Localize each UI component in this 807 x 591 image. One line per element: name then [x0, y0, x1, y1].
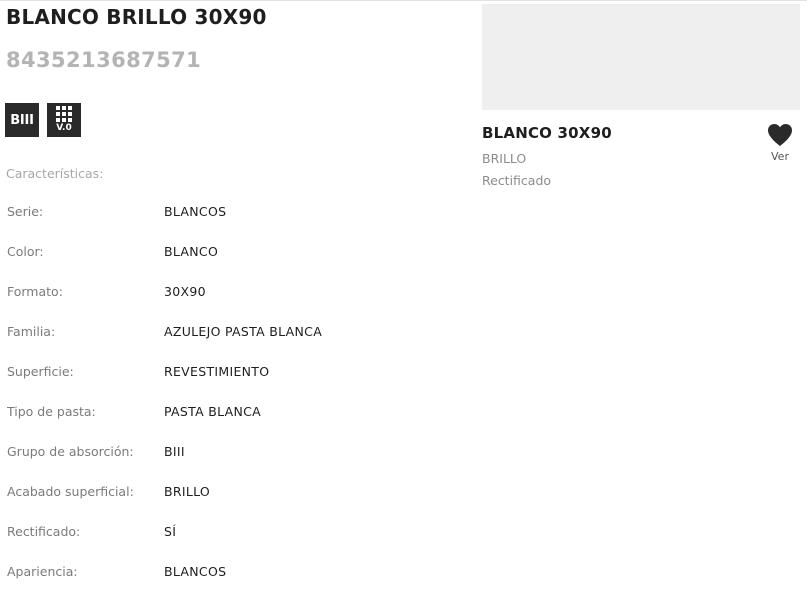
- spec-label: Rectificado:: [7, 523, 81, 539]
- spec-value: SÍ: [164, 523, 177, 539]
- volume-badge-label: V.0: [56, 123, 72, 133]
- spec-value: BRILLO: [164, 483, 211, 499]
- spec-value: 30X90: [164, 283, 206, 299]
- spec-row-familia: Familia: AZULEJO PASTA BLANCA: [7, 311, 467, 351]
- spec-value: BLANCOS: [164, 563, 227, 579]
- characteristics-heading: Características:: [6, 166, 104, 181]
- absorption-badge-label: BIII: [10, 112, 34, 128]
- spec-row-color: Color: BLANCO: [7, 231, 467, 271]
- product-image[interactable]: [482, 4, 800, 110]
- spec-value: AZULEJO PASTA BLANCA: [164, 323, 323, 339]
- spec-label: Acabado superficial:: [7, 483, 134, 499]
- heart-icon: [768, 124, 792, 146]
- spec-row-apariencia: Apariencia: BLANCOS: [7, 551, 467, 591]
- spec-row-formato: Formato: 30X90: [7, 271, 467, 311]
- spec-label: Familia:: [7, 323, 56, 339]
- absorption-badge: BIII: [5, 103, 39, 137]
- spec-row-serie: Serie: BLANCOS: [7, 191, 467, 231]
- spec-row-tipo-pasta: Tipo de pasta: PASTA BLANCA: [7, 391, 467, 431]
- spec-label: Formato:: [7, 283, 63, 299]
- spec-row-rectificado: Rectificado: SÍ: [7, 511, 467, 551]
- spec-label: Color:: [7, 243, 44, 259]
- spec-label: Grupo de absorción:: [7, 443, 134, 459]
- spec-value: BLANCOS: [164, 203, 227, 219]
- card-edge: Rectificado: [482, 173, 552, 188]
- favorite-button[interactable]: Ver: [765, 123, 795, 163]
- grid-icon: [56, 106, 72, 122]
- card-finish: BRILLO: [482, 151, 527, 166]
- card-title[interactable]: BLANCO 30X90: [482, 124, 612, 142]
- product-ean: 8435213687571: [6, 48, 202, 72]
- top-divider: [0, 0, 807, 1]
- characteristics-table: Serie: BLANCOS Color: BLANCO Formato: 30…: [7, 191, 467, 591]
- spec-value: BIII: [164, 443, 185, 459]
- favorite-label[interactable]: Ver: [765, 150, 795, 163]
- spec-value: REVESTIMIENTO: [164, 363, 270, 379]
- product-title: BLANCO BRILLO 30X90: [6, 5, 267, 29]
- volume-badge: V.0: [47, 103, 81, 137]
- spec-value: BLANCO: [164, 243, 219, 259]
- spec-label: Superficie:: [7, 363, 74, 379]
- spec-value: PASTA BLANCA: [164, 403, 262, 419]
- spec-label: Tipo de pasta:: [7, 403, 96, 419]
- spec-row-superficie: Superficie: REVESTIMIENTO: [7, 351, 467, 391]
- spec-row-acabado: Acabado superficial: BRILLO: [7, 471, 467, 511]
- spec-row-grupo-absorcion: Grupo de absorción: BIII: [7, 431, 467, 471]
- product-card[interactable]: BLANCO 30X90 BRILLO Rectificado: [482, 4, 800, 188]
- spec-label: Apariencia:: [7, 563, 78, 579]
- spec-label: Serie:: [7, 203, 44, 219]
